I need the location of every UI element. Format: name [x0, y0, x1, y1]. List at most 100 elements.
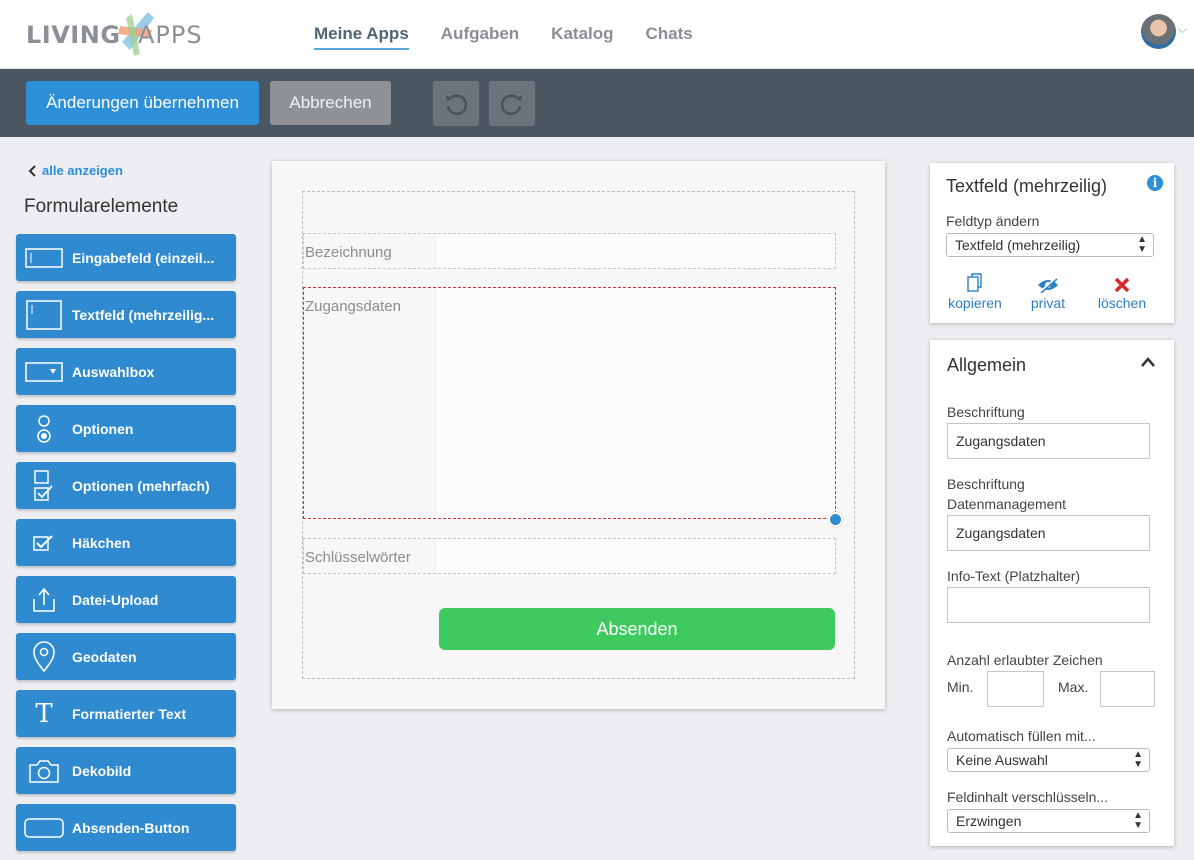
element-textarea[interactable]: Textfeld (mehrzeilig...	[16, 291, 236, 338]
element-label: Formatierter Text	[72, 705, 187, 722]
select-arrows-icon: ▲ ▼	[1133, 810, 1143, 831]
element-textfield[interactable]: Eingabefeld (einzeil...	[16, 234, 236, 281]
undo-icon	[446, 94, 468, 115]
delete-label: löschen	[1097, 295, 1147, 311]
camera-icon	[16, 758, 72, 784]
nav-aufgaben[interactable]: Aufgaben	[441, 0, 519, 50]
caption-dm-label: Beschriftung Datenmanagement	[947, 476, 1067, 512]
autofill-value: Keine Auswahl	[956, 752, 1048, 768]
element-label: Datei-Upload	[72, 591, 159, 608]
general-settings-panel: Allgemein Beschriftung Zugangsdaten Besc…	[930, 340, 1174, 846]
sidebar-title: Formularelemente	[24, 196, 179, 217]
redo-button[interactable]	[489, 81, 535, 126]
element-formatted-text[interactable]: T Formatierter Text	[16, 690, 236, 737]
info-icon[interactable]: i	[1147, 175, 1163, 191]
element-checkbox-multi[interactable]: Optionen (mehrfach)	[16, 462, 236, 509]
element-upload[interactable]: Datei-Upload	[16, 576, 236, 623]
show-all-link[interactable]: alle anzeigen	[28, 163, 123, 178]
element-label: Optionen	[72, 420, 134, 437]
submit-button[interactable]: Absenden	[439, 608, 835, 650]
element-label: Geodaten	[72, 648, 137, 665]
user-avatar[interactable]	[1141, 14, 1176, 49]
logo-text-living: LIVING	[26, 21, 121, 49]
top-navigation: LIVING APPS Meine Apps Aufgaben Katalog …	[0, 0, 1194, 69]
element-select[interactable]: Auswahlbox	[16, 348, 236, 395]
autofill-select[interactable]: Keine Auswahl ▲ ▼	[947, 748, 1150, 772]
encrypt-label: Feldinhalt verschlüsseln...	[947, 789, 1109, 805]
form-canvas: Bezeichnung Zugangsdaten Schlüsselwörter…	[272, 161, 885, 709]
copy-icon	[967, 273, 982, 292]
private-action[interactable]: privat	[1013, 271, 1083, 311]
field-label: Bezeichnung	[305, 244, 392, 261]
radio-icon	[16, 414, 72, 444]
main-nav: Meine Apps Aufgaben Katalog Chats	[314, 0, 693, 69]
select-arrows-icon: ▲ ▼	[1133, 749, 1143, 770]
living-apps-logo[interactable]: LIVING APPS	[26, 8, 226, 58]
element-submit-button[interactable]: Absenden-Button	[16, 804, 236, 851]
chevron-left-icon	[28, 164, 36, 177]
encrypt-value: Erzwingen	[956, 813, 1022, 829]
nav-meine-apps[interactable]: Meine Apps	[314, 0, 409, 50]
caption-dm-input[interactable]: Zugangsdaten	[947, 515, 1150, 551]
element-checkbox[interactable]: Häkchen	[16, 519, 236, 566]
element-radio[interactable]: Optionen	[16, 405, 236, 452]
nav-chats[interactable]: Chats	[646, 0, 693, 50]
element-label: Eingabefeld (einzeil...	[72, 249, 215, 266]
copy-label: kopieren	[948, 295, 1002, 311]
field-bezeichnung[interactable]: Bezeichnung	[303, 233, 836, 269]
field-input[interactable]	[435, 234, 835, 268]
change-type-label: Feldtyp ändern	[946, 213, 1040, 229]
element-geodata[interactable]: Geodaten	[16, 633, 236, 680]
upload-icon	[16, 587, 72, 613]
checkbox-multi-icon	[16, 469, 72, 502]
field-schluesselwoerter[interactable]: Schlüsselwörter	[303, 538, 836, 574]
element-label: Dekobild	[72, 762, 132, 779]
field-type-select[interactable]: Textfeld (mehrzeilig) ▲ ▼	[946, 233, 1154, 257]
textarea-icon	[16, 299, 72, 330]
editor-toolbar: Änderungen übernehmen Abbrechen	[0, 69, 1194, 137]
element-label: Optionen (mehrfach)	[72, 477, 210, 494]
chevron-up-icon[interactable]	[1140, 355, 1156, 373]
nav-katalog[interactable]: Katalog	[551, 0, 613, 50]
field-properties-panel: Textfeld (mehrzeilig) i Feldtyp ändern T…	[930, 163, 1174, 323]
autofill-label: Automatisch füllen mit...	[947, 728, 1096, 744]
encrypt-select[interactable]: Erzwingen ▲ ▼	[947, 809, 1150, 833]
info-text-input[interactable]	[947, 587, 1150, 623]
field-type-value: Textfeld (mehrzeilig)	[955, 237, 1081, 253]
chevron-down-icon[interactable]: ⌵	[1178, 22, 1187, 37]
element-label: Häkchen	[72, 534, 131, 551]
min-chars-input[interactable]	[987, 671, 1044, 707]
caption-input[interactable]: Zugangsdaten	[947, 423, 1150, 459]
location-pin-icon	[16, 640, 72, 673]
max-chars-input[interactable]	[1100, 671, 1155, 707]
element-label: Auswahlbox	[72, 363, 155, 380]
show-all-label: alle anzeigen	[42, 163, 123, 178]
form-drop-area: Bezeichnung Zugangsdaten Schlüsselwörter…	[302, 191, 855, 679]
element-label: Textfeld (mehrzeilig...	[72, 306, 215, 323]
caption-label: Beschriftung	[947, 404, 1025, 420]
eye-slash-icon	[1038, 277, 1058, 293]
field-zugangsdaten[interactable]: Zugangsdaten	[303, 287, 836, 519]
resize-handle[interactable]	[828, 512, 843, 527]
private-label: privat	[1030, 295, 1066, 311]
field-input[interactable]	[435, 539, 835, 573]
apply-changes-button[interactable]: Änderungen übernehmen	[26, 81, 259, 125]
button-icon	[16, 817, 72, 839]
text-format-icon: T	[35, 698, 53, 729]
redo-icon	[500, 94, 522, 115]
min-label: Min.	[947, 679, 974, 695]
undo-button[interactable]	[433, 81, 479, 126]
select-arrows-icon: ▲ ▼	[1137, 234, 1147, 255]
field-label: Zugangsdaten	[305, 298, 401, 315]
delete-action[interactable]: löschen	[1087, 271, 1157, 311]
select-icon	[16, 361, 72, 382]
logo-text-apps: APPS	[138, 21, 203, 49]
info-text-label: Info-Text (Platzhalter)	[947, 568, 1081, 584]
cancel-button[interactable]: Abbrechen	[270, 81, 391, 125]
char-limit-label: Anzahl erlaubter Zeichen	[947, 652, 1103, 668]
element-label: Absenden-Button	[72, 819, 190, 836]
field-textarea[interactable]	[435, 288, 835, 518]
field-label: Schlüsselwörter	[305, 549, 411, 566]
copy-action[interactable]: kopieren	[940, 271, 1010, 311]
element-deco-image[interactable]: Dekobild	[16, 747, 236, 794]
